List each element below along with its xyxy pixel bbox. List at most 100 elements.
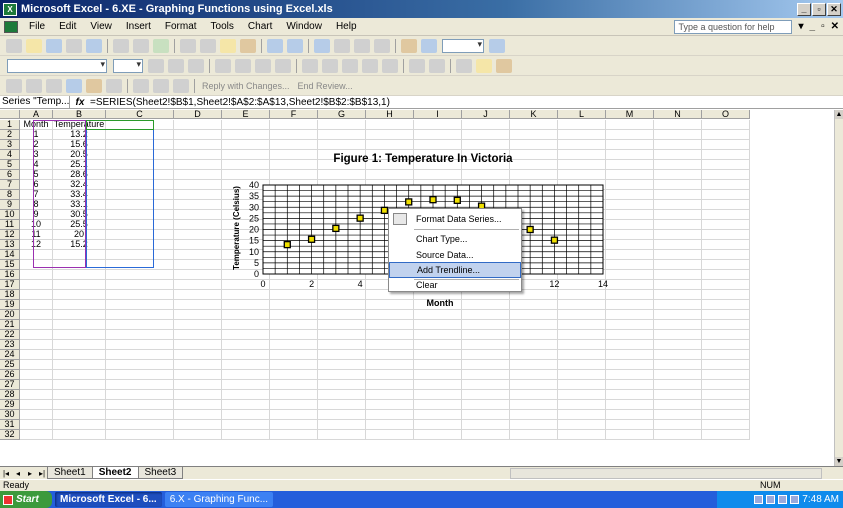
cell[interactable] — [106, 280, 174, 290]
review-icon-1[interactable] — [6, 78, 22, 93]
cell[interactable] — [270, 330, 318, 340]
menu-chart-type[interactable]: Chart Type... — [389, 231, 521, 247]
italic-icon[interactable] — [168, 58, 184, 73]
cell[interactable] — [654, 130, 702, 140]
column-header-n[interactable]: N — [654, 110, 702, 119]
cell[interactable] — [654, 360, 702, 370]
undo-icon[interactable] — [267, 38, 283, 53]
cell[interactable] — [174, 320, 222, 330]
cell[interactable] — [558, 330, 606, 340]
cell[interactable] — [414, 350, 462, 360]
cell[interactable] — [20, 370, 53, 380]
cell[interactable] — [222, 350, 270, 360]
tab-sheet3[interactable]: Sheet3 — [137, 467, 184, 479]
cell[interactable] — [654, 250, 702, 260]
cell[interactable] — [20, 420, 53, 430]
cell[interactable] — [53, 390, 106, 400]
horizontal-scrollbar[interactable] — [510, 468, 822, 479]
redo-icon[interactable] — [287, 38, 303, 53]
cell[interactable] — [20, 330, 53, 340]
email-icon[interactable] — [86, 38, 102, 53]
cell[interactable] — [414, 320, 462, 330]
cell[interactable] — [106, 190, 174, 200]
scroll-up-icon[interactable]: ▲ — [835, 110, 843, 119]
prev-sheet-icon[interactable]: ◂ — [12, 469, 24, 478]
cell[interactable] — [654, 270, 702, 280]
cell[interactable] — [414, 120, 462, 130]
cell[interactable] — [558, 390, 606, 400]
cell[interactable] — [20, 250, 53, 260]
cell[interactable] — [106, 330, 174, 340]
cell[interactable] — [654, 150, 702, 160]
column-header-l[interactable]: L — [558, 110, 606, 119]
cell[interactable] — [654, 240, 702, 250]
close-button[interactable]: ✕ — [827, 2, 841, 16]
data-cell[interactable]: 15.2 — [53, 240, 106, 250]
taskbar-item-excel[interactable]: Microsoft Excel - 6... — [55, 492, 162, 507]
font-select[interactable] — [7, 58, 107, 73]
menu-help[interactable]: Help — [329, 21, 364, 32]
cell[interactable] — [702, 300, 750, 310]
column-header-b[interactable]: B — [53, 110, 106, 119]
cell[interactable] — [414, 410, 462, 420]
document-icon[interactable] — [4, 20, 18, 33]
column-header-a[interactable]: A — [20, 110, 53, 119]
cell[interactable] — [174, 420, 222, 430]
font-size-select[interactable] — [113, 58, 143, 73]
cell[interactable] — [702, 370, 750, 380]
cell[interactable] — [318, 330, 366, 340]
data-point[interactable] — [550, 236, 559, 244]
chart-wizard-icon[interactable] — [401, 38, 417, 53]
cell[interactable] — [366, 390, 414, 400]
cell[interactable] — [462, 360, 510, 370]
cell[interactable] — [53, 290, 106, 300]
review-icon-5[interactable] — [86, 78, 102, 93]
save-icon[interactable] — [46, 38, 62, 53]
cell[interactable] — [510, 330, 558, 340]
cell[interactable] — [222, 430, 270, 440]
data-cell[interactable]: 7 — [20, 190, 53, 200]
cell[interactable] — [558, 320, 606, 330]
cell[interactable] — [106, 430, 174, 440]
cell[interactable] — [53, 350, 106, 360]
cell[interactable] — [106, 370, 174, 380]
cell[interactable] — [366, 430, 414, 440]
cell[interactable] — [174, 400, 222, 410]
menu-view[interactable]: View — [83, 21, 119, 32]
cell[interactable] — [106, 250, 174, 260]
cell[interactable] — [654, 170, 702, 180]
cell[interactable] — [702, 400, 750, 410]
data-cell[interactable]: 30.5 — [53, 210, 106, 220]
currency-icon[interactable] — [302, 58, 318, 73]
cell[interactable] — [606, 430, 654, 440]
cell[interactable] — [702, 410, 750, 420]
start-button[interactable]: Start — [0, 491, 52, 508]
cell[interactable] — [270, 430, 318, 440]
cell[interactable] — [20, 410, 53, 420]
cell[interactable] — [106, 260, 174, 270]
cell[interactable] — [222, 330, 270, 340]
menu-insert[interactable]: Insert — [119, 21, 158, 32]
cell[interactable] — [318, 390, 366, 400]
cell[interactable] — [53, 310, 106, 320]
cell[interactable] — [366, 360, 414, 370]
cell[interactable] — [270, 410, 318, 420]
cell[interactable] — [510, 340, 558, 350]
next-sheet-icon[interactable]: ▸ — [24, 469, 36, 478]
cell[interactable] — [222, 370, 270, 380]
cut-icon[interactable] — [180, 38, 196, 53]
cell[interactable] — [53, 340, 106, 350]
cell[interactable] — [654, 200, 702, 210]
cell[interactable] — [106, 180, 174, 190]
cell[interactable] — [106, 380, 174, 390]
cell[interactable] — [606, 340, 654, 350]
cell[interactable] — [270, 380, 318, 390]
cell[interactable] — [20, 380, 53, 390]
paste-icon[interactable] — [220, 38, 236, 53]
cell[interactable] — [510, 360, 558, 370]
tab-sheet1[interactable]: Sheet1 — [47, 467, 93, 479]
review-icon-6[interactable] — [106, 78, 122, 93]
cell[interactable] — [510, 420, 558, 430]
cell[interactable] — [702, 270, 750, 280]
data-point[interactable] — [526, 225, 534, 234]
